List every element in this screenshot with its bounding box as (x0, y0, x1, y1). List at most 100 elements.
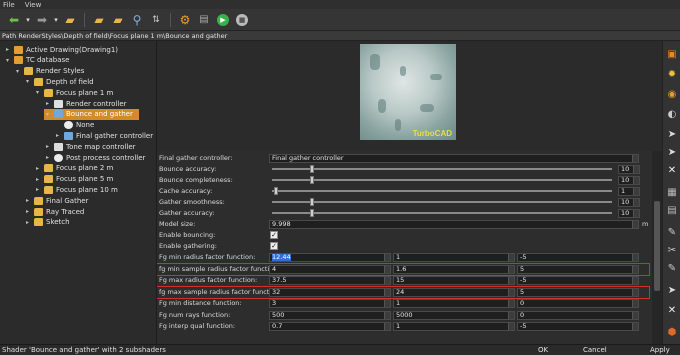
tool-icon[interactable]: ✂ (665, 243, 679, 257)
expander-icon[interactable]: ▸ (4, 46, 11, 53)
tree-node[interactable]: ▸ Final gather controller (54, 130, 153, 141)
expander-icon[interactable]: ▸ (54, 132, 61, 139)
function-value-1[interactable]: 12.44 (269, 253, 391, 262)
slider-track[interactable] (272, 165, 612, 173)
function-value-3[interactable]: -5 (517, 253, 639, 262)
pointer-icon[interactable]: ➤ (665, 127, 679, 141)
function-value-1[interactable]: 37.5 (269, 276, 391, 285)
function-value-2[interactable]: 1 (393, 253, 515, 262)
spin-button[interactable] (632, 300, 638, 307)
close-2-icon[interactable]: ✕ (665, 303, 679, 317)
tree-node[interactable]: ▸ Ray Traced (24, 206, 84, 217)
expander-icon[interactable]: ▾ (44, 111, 51, 118)
cancel-button[interactable]: Cancel (583, 346, 607, 354)
spin-button[interactable] (632, 311, 638, 319)
spin-button[interactable] (508, 254, 514, 261)
slider-track[interactable] (272, 209, 612, 217)
expander-icon[interactable]: ▾ (34, 89, 41, 96)
function-value-3[interactable]: -5 (517, 322, 639, 331)
slider-thumb[interactable] (309, 165, 314, 173)
ok-button[interactable]: OK (538, 346, 548, 354)
slider-thumb[interactable] (309, 176, 314, 184)
spin-button[interactable] (632, 254, 638, 261)
find-icon[interactable]: ⚲ (129, 12, 145, 28)
tree-node[interactable]: ▸ Tone map controller (44, 141, 136, 152)
slider-value-field[interactable]: 10 (618, 198, 640, 207)
new-folder-icon[interactable]: ▰ (110, 12, 126, 28)
slider-track[interactable] (272, 176, 612, 184)
expander-icon[interactable]: ▸ (44, 100, 51, 107)
function-value-2[interactable]: 15 (393, 276, 515, 285)
expander-icon[interactable]: ▸ (24, 219, 31, 226)
list-icon[interactable]: ▤ (665, 203, 679, 217)
spin-button[interactable] (508, 311, 514, 319)
spin-button[interactable] (384, 254, 390, 261)
sort-icon[interactable]: ⇅ (148, 12, 164, 28)
tree-node[interactable]: ▾ Bounce and gather (44, 108, 139, 120)
function-value-3[interactable]: 0 (517, 299, 639, 308)
expander-icon[interactable]: ▾ (4, 57, 11, 64)
folder-up-icon[interactable]: ▰ (62, 12, 78, 28)
spin-button[interactable] (508, 277, 514, 284)
tree-node[interactable]: ▸ Post process controller (44, 152, 145, 163)
expander-icon[interactable]: ▾ (14, 68, 21, 75)
spin-button[interactable] (632, 323, 638, 330)
spin-button[interactable] (632, 221, 638, 228)
function-value-3[interactable]: 0 (517, 310, 639, 320)
pointer-3-icon[interactable]: ➤ (665, 283, 679, 297)
tree-node[interactable]: None (54, 120, 94, 131)
spin-button[interactable] (633, 177, 639, 184)
property-scrollbar[interactable] (652, 151, 662, 344)
function-value-2[interactable]: 1 (393, 299, 515, 308)
luminance-icon[interactable]: ◐ (665, 107, 679, 121)
dropdown-arrow-icon[interactable]: ▾ (25, 12, 31, 28)
pointer-2-icon[interactable]: ➤ (665, 145, 679, 159)
tree-node[interactable]: ▸ Render controller (44, 98, 127, 109)
expander-icon[interactable]: ▸ (34, 186, 41, 193)
menu-file[interactable]: File (3, 1, 15, 9)
checkbox[interactable]: ✓ (270, 242, 278, 250)
spin-button[interactable] (384, 323, 390, 330)
function-value-2[interactable]: 5000 (393, 310, 515, 320)
tree-node[interactable]: ▾ TC database (4, 55, 69, 66)
function-value-2[interactable]: 1 (393, 322, 515, 331)
stop-icon[interactable]: ■ (234, 12, 250, 28)
expander-icon[interactable]: ▸ (44, 143, 51, 150)
slider-thumb[interactable] (273, 187, 278, 195)
grid-icon[interactable]: ▦ (665, 185, 679, 199)
globe-icon[interactable]: ◉ (665, 87, 679, 101)
settings-icon[interactable]: ▤ (196, 12, 212, 28)
spin-button[interactable] (384, 300, 390, 307)
spin-button[interactable] (508, 323, 514, 330)
expander-icon[interactable]: ▸ (44, 154, 51, 161)
spin-button[interactable] (384, 277, 390, 284)
tool-2-icon[interactable]: ✎ (665, 261, 679, 275)
checkbox[interactable]: ✓ (270, 231, 278, 239)
expander-icon[interactable]: ▾ (24, 78, 31, 85)
close-icon[interactable]: ✕ (665, 163, 679, 177)
slider-value-field[interactable]: 10 (618, 176, 640, 185)
scrollbar-thumb[interactable] (654, 201, 660, 291)
play-icon[interactable]: ▶ (215, 12, 231, 28)
back-arrow-icon[interactable]: ⬅ (6, 12, 22, 28)
tree-node[interactable]: ▾ Focus plane 1 m (34, 87, 113, 98)
tree-node[interactable]: ▾ Render Styles (14, 66, 84, 77)
function-value-1[interactable]: 0.7 (269, 322, 391, 331)
tree-node[interactable]: ▾ Depth of field (24, 76, 94, 87)
spin-button[interactable] (508, 300, 514, 307)
light-icon[interactable]: ✹ (665, 67, 679, 81)
controller-dropdown[interactable]: Final gather controller (269, 154, 639, 163)
function-value-1[interactable]: 3 (269, 299, 391, 308)
tree-node[interactable]: ▸ Final Gather (24, 195, 88, 206)
material-icon[interactable]: ▣ (665, 47, 679, 61)
tree-node[interactable]: ▸ Focus plane 5 m (34, 174, 113, 185)
spin-button[interactable] (633, 188, 639, 195)
tree-node[interactable]: ▸ Focus plane 10 m (34, 184, 118, 195)
expander-icon[interactable]: ▸ (24, 208, 31, 215)
cube-icon[interactable]: ⬢ (665, 325, 679, 339)
spin-button[interactable] (384, 311, 390, 319)
gear-icon[interactable]: ⚙ (177, 12, 193, 28)
tree-node[interactable]: ▸ Active Drawing(Drawing1) (4, 44, 118, 55)
slider-value-field[interactable]: 1 (618, 187, 640, 196)
spin-button[interactable] (633, 166, 639, 173)
